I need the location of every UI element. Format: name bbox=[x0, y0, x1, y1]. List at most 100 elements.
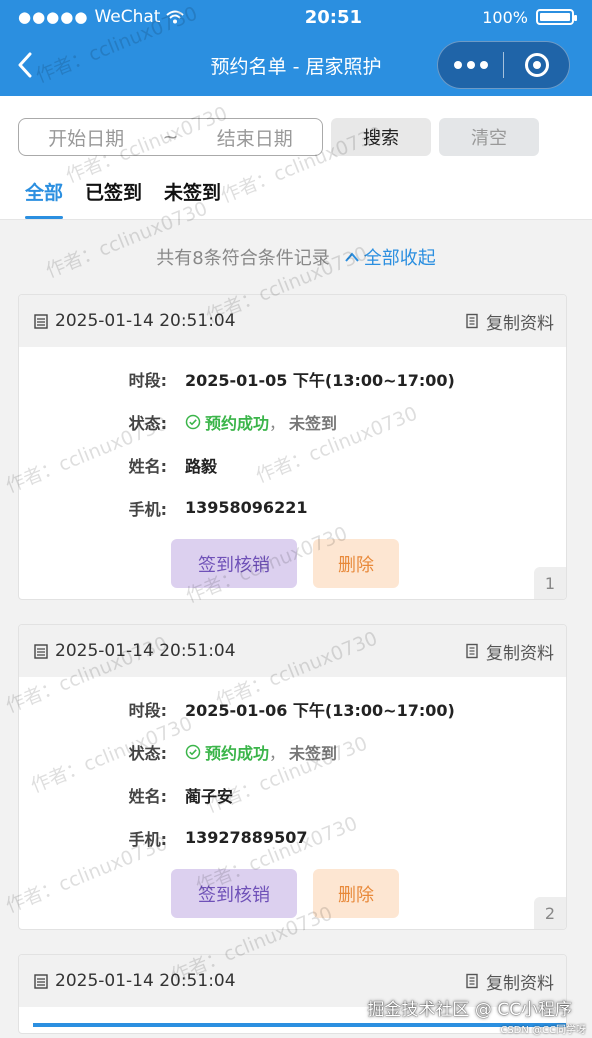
checkin-button[interactable]: 签到核销 bbox=[171, 869, 297, 918]
card-body: 时段: 2025-01-05 下午(13:00~17:00) 状态: 预约成功 … bbox=[19, 347, 566, 599]
phone-value: 13958096221 bbox=[185, 498, 308, 517]
copy-info-button[interactable]: 复制资料 bbox=[465, 639, 554, 664]
record-timestamp-text: 2025-01-14 20:51:04 bbox=[55, 311, 236, 331]
collapse-all-label: 全部收起 bbox=[363, 248, 436, 269]
record-card: 2025-01-14 20:51:04 复制资料 bbox=[18, 954, 567, 1034]
status-separator: ， bbox=[269, 743, 286, 763]
back-button[interactable] bbox=[0, 34, 50, 96]
calendar-icon bbox=[34, 314, 48, 329]
card-actions: 签到核销 删除 bbox=[19, 529, 566, 599]
name-value: 路毅 bbox=[185, 456, 218, 476]
checkin-button[interactable]: 签到核销 bbox=[171, 539, 297, 588]
more-dot-icon bbox=[466, 61, 475, 69]
filter-tabs: 全部 已签到 未签到 bbox=[0, 156, 592, 220]
copy-icon bbox=[466, 643, 478, 659]
clear-button[interactable]: 清空 bbox=[439, 118, 539, 156]
status-time: 20:51 bbox=[304, 6, 362, 28]
card-header: 2025-01-14 20:51:04 复制资料 bbox=[19, 295, 566, 347]
chevron-up-icon bbox=[344, 252, 359, 262]
filter-toolbar: 开始日期 ~ 结束日期 搜索 清空 bbox=[0, 96, 592, 156]
copy-info-label: 复制资料 bbox=[486, 973, 554, 994]
name-label: 姓名: bbox=[128, 786, 167, 806]
record-timestamp: 2025-01-14 20:51:04 bbox=[33, 641, 236, 661]
card-header: 2025-01-14 20:51:04 复制资料 bbox=[19, 625, 566, 677]
copy-info-label: 复制资料 bbox=[486, 313, 554, 334]
battery-icon bbox=[536, 9, 577, 25]
record-count-text: 共有8条符合条件记录 bbox=[156, 248, 330, 269]
date-separator: ~ bbox=[162, 126, 179, 148]
name-value: 蔺子安 bbox=[185, 786, 234, 806]
name-label: 姓名: bbox=[128, 456, 167, 476]
status-label: 状态: bbox=[128, 743, 167, 763]
calendar-icon bbox=[34, 644, 48, 659]
record-index: 2 bbox=[534, 897, 566, 929]
copy-info-label: 复制资料 bbox=[486, 643, 554, 664]
more-dot-icon bbox=[453, 61, 462, 69]
wifi-icon bbox=[166, 10, 185, 24]
slot-row: 时段: 2025-01-06 下午(13:00~17:00) bbox=[19, 687, 566, 730]
nav-bar: 预约名单 - 居家照护 bbox=[0, 34, 592, 96]
status-label: 状态: bbox=[128, 413, 167, 433]
phone-label: 手机: bbox=[128, 499, 167, 519]
copy-icon bbox=[466, 313, 478, 329]
end-date-input[interactable]: 结束日期 bbox=[217, 124, 293, 151]
calendar-icon bbox=[34, 974, 48, 989]
close-button[interactable] bbox=[504, 42, 569, 88]
phone-value: 13927889507 bbox=[185, 828, 308, 847]
csdn-watermark: CSDN @CC同学呀 bbox=[500, 1025, 586, 1036]
status-right: 100% bbox=[482, 7, 577, 27]
battery-percent: 100% bbox=[482, 7, 528, 27]
slot-value: 2025-01-05 下午(13:00~17:00) bbox=[185, 370, 455, 390]
card-body: 时段: 2025-01-06 下午(13:00~17:00) 状态: 预约成功 … bbox=[19, 677, 566, 929]
status-success: 预约成功 bbox=[185, 410, 269, 434]
tab-checked-in[interactable]: 已签到 bbox=[85, 178, 142, 219]
date-range-picker[interactable]: 开始日期 ~ 结束日期 bbox=[18, 118, 323, 156]
delete-button[interactable]: 删除 bbox=[313, 539, 399, 588]
status-success-text: 预约成功 bbox=[205, 413, 270, 433]
record-timestamp: 2025-01-14 20:51:04 bbox=[33, 311, 236, 331]
signal-indicator: ●●●●● bbox=[18, 8, 89, 26]
record-timestamp-text: 2025-01-14 20:51:04 bbox=[55, 641, 236, 661]
copy-info-button[interactable]: 复制资料 bbox=[465, 969, 554, 994]
tab-not-checked-in[interactable]: 未签到 bbox=[164, 178, 221, 219]
search-button[interactable]: 搜索 bbox=[331, 118, 431, 156]
status-row: 状态: 预约成功 ， 未签到 bbox=[19, 400, 566, 443]
more-button[interactable] bbox=[438, 42, 503, 88]
footer-watermark: 掘金技术社区 @ CC小程序 bbox=[367, 1000, 572, 1020]
copy-icon bbox=[466, 973, 478, 989]
delete-button[interactable]: 删除 bbox=[313, 869, 399, 918]
name-row: 姓名: 蔺子安 bbox=[19, 773, 566, 816]
status-success: 预约成功 bbox=[185, 740, 269, 764]
progress-strip bbox=[33, 1023, 566, 1027]
mini-program-capsule bbox=[437, 41, 570, 89]
target-close-icon bbox=[524, 53, 549, 77]
result-summary: 共有8条符合条件记录 全部收起 bbox=[0, 220, 592, 294]
more-dot-icon bbox=[479, 61, 488, 69]
status-left: ●●●●● WeChat bbox=[18, 7, 185, 27]
name-row: 姓名: 路毅 bbox=[19, 443, 566, 486]
card-actions: 签到核销 删除 bbox=[19, 859, 566, 929]
copy-info-button[interactable]: 复制资料 bbox=[465, 309, 554, 334]
slot-row: 时段: 2025-01-05 下午(13:00~17:00) bbox=[19, 357, 566, 400]
status-separator: ， bbox=[269, 413, 286, 433]
tab-all[interactable]: 全部 bbox=[25, 178, 64, 219]
slot-label: 时段: bbox=[128, 370, 167, 390]
phone-row: 手机: 13927889507 bbox=[19, 816, 566, 859]
status-bar: ●●●●● WeChat 20:51 100% bbox=[0, 0, 592, 34]
check-circle-icon bbox=[185, 744, 201, 759]
record-timestamp: 2025-01-14 20:51:04 bbox=[33, 971, 236, 991]
start-date-input[interactable]: 开始日期 bbox=[48, 124, 124, 151]
record-index: 1 bbox=[534, 567, 566, 599]
chevron-left-icon bbox=[18, 52, 32, 78]
status-success-text: 预约成功 bbox=[205, 743, 270, 763]
record-card: 2025-01-14 20:51:04 复制资料 时段: 2025-01-06 … bbox=[18, 624, 567, 930]
carrier-name: WeChat bbox=[94, 7, 161, 27]
status-unsigned: 未签到 bbox=[289, 413, 338, 433]
slot-value: 2025-01-06 下午(13:00~17:00) bbox=[185, 700, 455, 720]
record-timestamp-text: 2025-01-14 20:51:04 bbox=[55, 971, 236, 991]
phone-row: 手机: 13958096221 bbox=[19, 486, 566, 529]
record-card: 2025-01-14 20:51:04 复制资料 时段: 2025-01-05 … bbox=[18, 294, 567, 600]
check-circle-icon bbox=[185, 414, 201, 429]
status-unsigned: 未签到 bbox=[289, 743, 338, 763]
collapse-all-button[interactable]: 全部收起 bbox=[344, 244, 436, 270]
